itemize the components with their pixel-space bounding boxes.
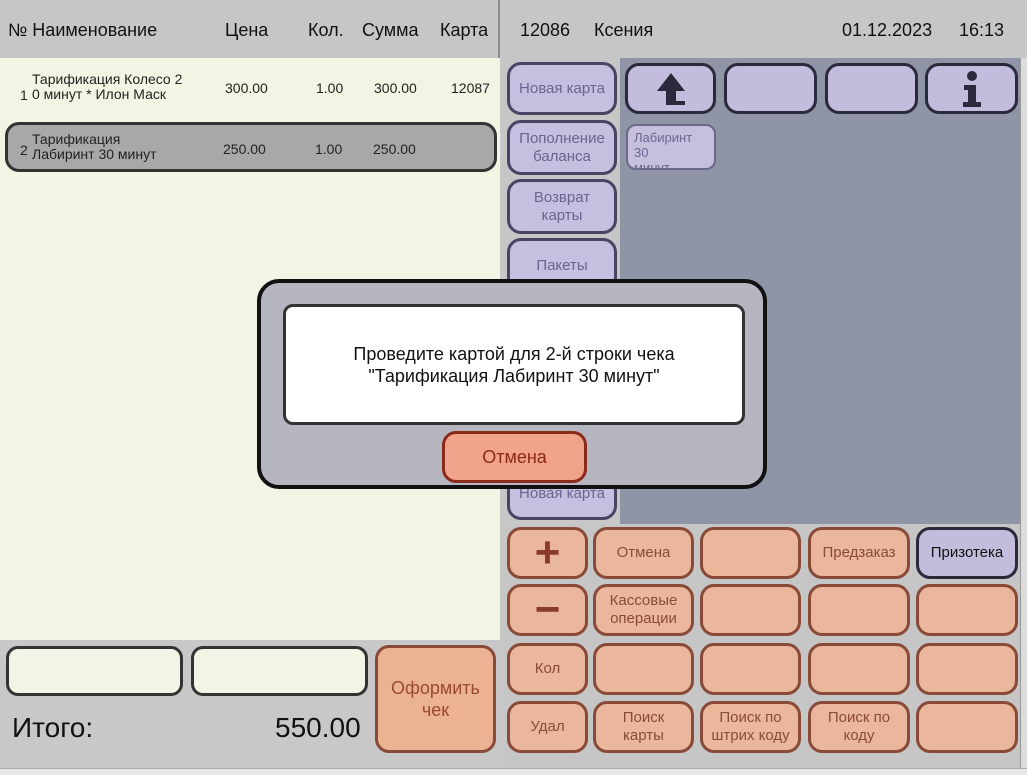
info-button[interactable]: [925, 63, 1018, 114]
totals-panel: Итого: 550.00 Оформить чек: [0, 640, 500, 768]
preorder-button[interactable]: Предзаказ: [808, 527, 910, 579]
card-swipe-dialog: Проведите картой для 2-й строки чека "Та…: [257, 279, 767, 489]
col-card: Карта: [440, 20, 489, 40]
row-card: 12087: [451, 80, 490, 96]
row-price: 300.00: [225, 80, 268, 96]
keypad-empty-r2c5[interactable]: [916, 584, 1018, 636]
category-new-card[interactable]: Новая карта: [507, 62, 617, 115]
dialog-message-line2: "Тарификация Лабиринт 30 минут": [368, 365, 660, 386]
cashier-id: 12086: [520, 20, 571, 40]
total-label: Итого:: [12, 712, 94, 743]
row-qty: 1.00: [315, 141, 343, 157]
date: 01.12.2023: [842, 20, 933, 40]
input-field-left[interactable]: [6, 646, 183, 696]
input-field-right[interactable]: [191, 646, 368, 696]
quantity-button[interactable]: Кол: [507, 643, 588, 695]
col-price: Цена: [225, 20, 269, 40]
delete-button[interactable]: Удал: [507, 701, 588, 753]
cash-operations-button[interactable]: Кассовые операции: [593, 584, 694, 636]
cashier-name: Ксения: [594, 20, 654, 40]
keypad-empty-r3c2[interactable]: [593, 643, 694, 695]
receipt-header: № Наименование Цена Кол. Сумма Карта: [0, 0, 500, 58]
nav-button-3[interactable]: [825, 63, 918, 114]
row-qty: 1.00: [316, 80, 344, 96]
scrollbar[interactable]: [1020, 58, 1027, 768]
keypad-empty-r2c3[interactable]: [700, 584, 801, 636]
row-num: 2: [20, 142, 28, 158]
keypad-empty-r4c5[interactable]: [916, 701, 1018, 753]
row-sum: 300.00: [374, 80, 417, 96]
cancel-op-button[interactable]: Отмена: [593, 527, 694, 579]
keypad-empty-r3c5[interactable]: [916, 643, 1018, 695]
dialog-message-line1: Проведите картой для 2-й строки чека: [353, 343, 675, 364]
status-header: 12086 Ксения 01.12.2023 16:13: [502, 0, 1023, 58]
info-icon: [962, 70, 981, 107]
row-name: Тарификация Колесо 2 0 минут * Илон Маск: [32, 71, 183, 102]
bottom-strip: [0, 768, 1027, 775]
receipt-row-selected[interactable]: 2 Тарификация Лабиринт 30 минут 250.00 1…: [5, 122, 497, 172]
row-num: 1: [20, 87, 28, 103]
arrow-up-icon: [656, 72, 685, 105]
col-qty: Кол.: [308, 20, 344, 40]
up-button[interactable]: [625, 63, 716, 114]
category-return-card[interactable]: Возврат карты: [507, 179, 617, 234]
product-labyrinth-30[interactable]: Лабиринт 30 минут: [626, 124, 716, 170]
receipt-row[interactable]: 1 Тарификация Колесо 2 0 минут * Илон Ма…: [8, 72, 496, 112]
dialog-cancel-button[interactable]: Отмена: [442, 431, 587, 483]
category-topup[interactable]: Пополнение баланса: [507, 120, 617, 175]
checkout-button[interactable]: Оформить чек: [375, 645, 496, 753]
col-num-name: № Наименование: [8, 20, 158, 40]
keypad-empty-r3c4[interactable]: [808, 643, 910, 695]
row-sum: 250.00: [373, 141, 416, 157]
total-value: 550.00: [275, 712, 361, 743]
time: 16:13: [959, 20, 1005, 40]
pos-window: № Наименование Цена Кол. Сумма Карта 120…: [0, 0, 1027, 775]
row-price: 250.00: [223, 141, 266, 157]
dialog-message: Проведите картой для 2-й строки чека "Та…: [283, 304, 745, 425]
search-code-button[interactable]: Поиск по коду: [808, 701, 910, 753]
keypad-empty-r1c3[interactable]: [700, 527, 801, 579]
keypad-empty-r2c4[interactable]: [808, 584, 910, 636]
search-card-button[interactable]: Поиск карты: [593, 701, 694, 753]
plus-button[interactable]: +: [507, 527, 588, 579]
function-keypad: + Отмена Предзаказ Призотека − Кассовые …: [502, 524, 1020, 768]
prize-library-button[interactable]: Призотека: [916, 527, 1018, 579]
row-name: Тарификация Лабиринт 30 минут: [32, 131, 157, 162]
minus-button[interactable]: −: [507, 584, 588, 636]
keypad-empty-r3c3[interactable]: [700, 643, 801, 695]
col-sum: Сумма: [362, 20, 419, 40]
nav-button-2[interactable]: [724, 63, 817, 114]
search-barcode-button[interactable]: Поиск по штрих коду: [700, 701, 801, 753]
